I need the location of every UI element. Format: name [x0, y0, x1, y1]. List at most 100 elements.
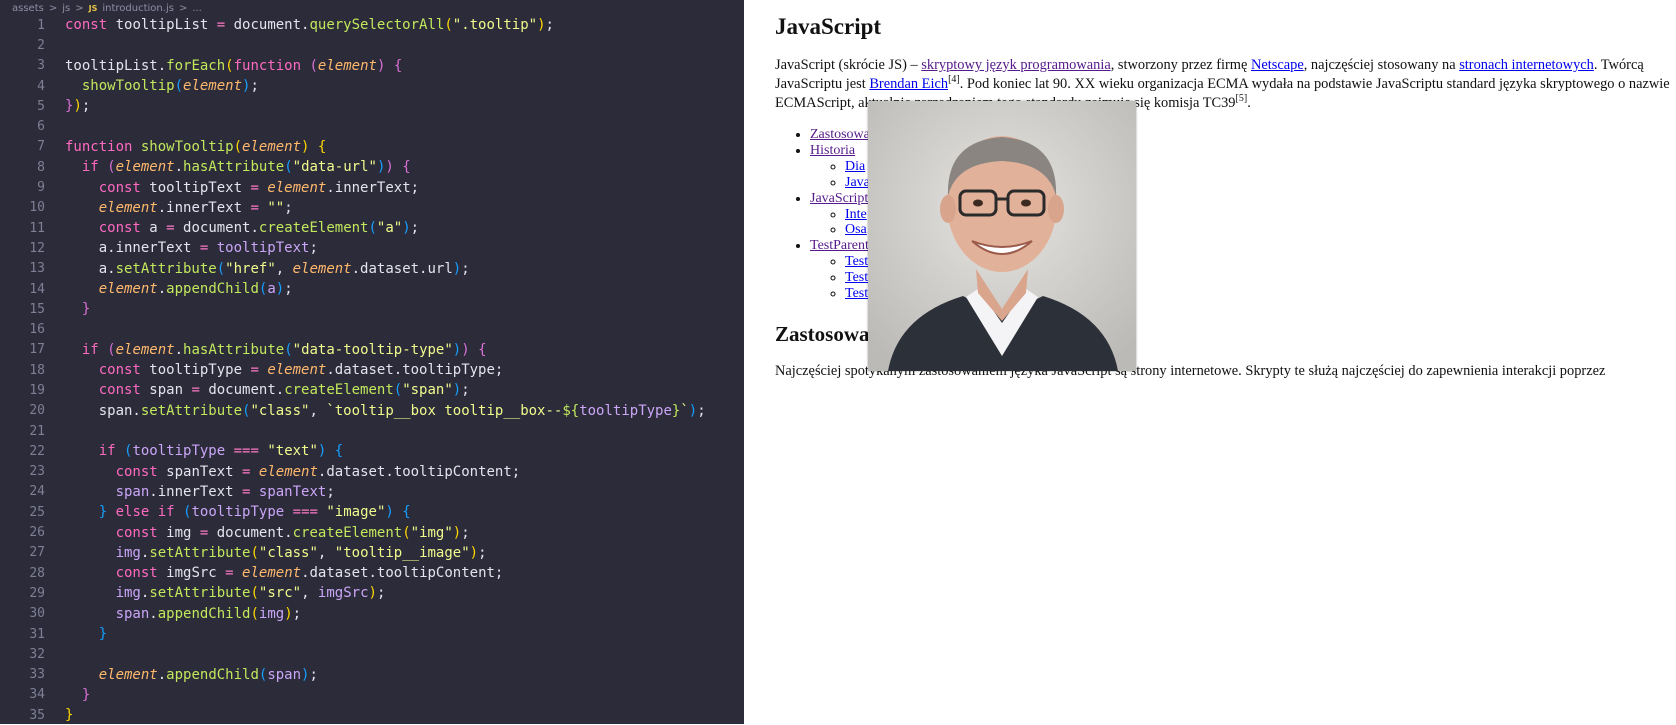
- toc-link-zastosowania[interactable]: Zastosowa: [810, 127, 870, 142]
- code-editor[interactable]: assets > js > JS introduction.js > ... 1…: [0, 0, 744, 724]
- code-line[interactable]: 4 showTooltip(element);: [0, 76, 744, 96]
- code-line[interactable]: 35}: [0, 705, 744, 725]
- toc-link-sub[interactable]: Test: [845, 270, 868, 285]
- code-line[interactable]: 27 img.setAttribute("class", "tooltip__i…: [0, 543, 744, 563]
- code-line[interactable]: 3 tooltipList.forEach(function (element) …: [0, 56, 744, 76]
- toc-link-sub[interactable]: Test: [845, 286, 868, 301]
- code-line[interactable]: 6: [0, 116, 744, 136]
- breadcrumb-symbol[interactable]: ...: [192, 3, 202, 14]
- code-line[interactable]: 34 }: [0, 685, 744, 705]
- code-token: tooltipType: [140, 362, 251, 379]
- breadcrumb-folder-js[interactable]: js: [62, 3, 70, 14]
- code-line[interactable]: 21: [0, 421, 744, 441]
- code-line[interactable]: 30 span.appendChild(img);: [0, 604, 744, 624]
- code-text[interactable]: }: [45, 626, 107, 642]
- code-line[interactable]: 2: [0, 35, 744, 55]
- toc-link-testparent[interactable]: TestParent: [810, 238, 869, 253]
- code-line[interactable]: 20 span.setAttribute("class", `tooltip__…: [0, 401, 744, 421]
- toc-link-sub[interactable]: Dia: [845, 159, 865, 174]
- code-text[interactable]: element.appendChild(a);: [45, 281, 293, 297]
- code-line[interactable]: 5});: [0, 96, 744, 116]
- code-text[interactable]: } else if (tooltipType === "image") {: [45, 504, 411, 520]
- code-line[interactable]: 33 element.appendChild(span);: [0, 665, 744, 685]
- code-line[interactable]: 17 if (element.hasAttribute("data-toolti…: [0, 340, 744, 360]
- code-text[interactable]: }: [45, 301, 90, 317]
- code-line[interactable]: 23 const spanText = element.dataset.tool…: [0, 462, 744, 482]
- link-scripting-language[interactable]: skryptowy język programowania: [921, 57, 1110, 73]
- code-text[interactable]: const tooltipType = element.dataset.tool…: [45, 362, 504, 379]
- code-text[interactable]: const imgSrc = element.dataset.tooltipCo…: [45, 565, 504, 581]
- code-text[interactable]: const tooltipList = document.querySelect…: [45, 17, 554, 33]
- code-area[interactable]: 1 const tooltipList = document.querySelec…: [0, 15, 744, 725]
- code-text[interactable]: const img = document.createElement("img"…: [45, 525, 470, 541]
- code-text[interactable]: if (element.hasAttribute("data-url")) {: [45, 159, 411, 175]
- toc-item: Historia Dia Java: [810, 143, 870, 191]
- code-text[interactable]: if (element.hasAttribute("data-tooltip-t…: [45, 342, 487, 358]
- code-line[interactable]: 24 span.innerText = spanText;: [0, 482, 744, 502]
- line-number: 11: [29, 220, 45, 236]
- code-token: createElement: [258, 220, 369, 237]
- code-text[interactable]: const spanText = element.dataset.tooltip…: [45, 463, 521, 480]
- code-text[interactable]: const a = document.createElement("a");: [45, 220, 419, 236]
- code-text[interactable]: span.innerText = spanText;: [45, 484, 335, 500]
- code-line[interactable]: 25 } else if (tooltipType === "image") {: [0, 502, 744, 522]
- code-text[interactable]: element.innerText = "";: [45, 200, 293, 216]
- code-text[interactable]: if (tooltipType === "text") {: [45, 443, 344, 459]
- code-line[interactable]: 26 const img = document.createElement("i…: [0, 522, 744, 542]
- code-line[interactable]: 22 if (tooltipType === "text") {: [0, 441, 744, 461]
- toc-link-historia[interactable]: Historia: [810, 143, 855, 158]
- code-line[interactable]: 32: [0, 644, 744, 664]
- code-line[interactable]: 29 img.setAttribute("src", imgSrc);: [0, 583, 744, 603]
- code-text[interactable]: img.setAttribute("src", imgSrc);: [45, 585, 386, 601]
- toc-link-sub[interactable]: Java: [845, 175, 870, 190]
- code-text[interactable]: span.setAttribute("class", `tooltip__box…: [45, 403, 706, 419]
- code-line[interactable]: 14 element.appendChild(a);: [0, 279, 744, 299]
- code-line[interactable]: 9 const tooltipText = element.innerText;: [0, 177, 744, 197]
- code-line[interactable]: 18 const tooltipType = element.dataset.t…: [0, 360, 744, 380]
- code-text[interactable]: element.appendChild(span);: [45, 667, 318, 683]
- section-heading: Zastosowa: [775, 322, 870, 346]
- code-token: ,: [309, 402, 327, 419]
- link-netscape[interactable]: Netscape: [1251, 57, 1304, 73]
- breadcrumb-file[interactable]: introduction.js: [102, 3, 174, 14]
- code-line[interactable]: 16: [0, 319, 744, 339]
- link-brendan-eich[interactable]: Brendan Eich: [869, 76, 948, 92]
- code-text[interactable]: a.innerText = tooltipText;: [45, 240, 318, 256]
- toc-link-sub[interactable]: Inte: [845, 207, 867, 222]
- code-text[interactable]: const span = document.createElement("spa…: [45, 382, 470, 398]
- code-line[interactable]: 15 }: [0, 299, 744, 319]
- code-line[interactable]: 7 function showTooltip(element) {: [0, 137, 744, 157]
- code-token: =: [166, 220, 175, 237]
- code-line[interactable]: 10 element.innerText = "";: [0, 198, 744, 218]
- code-line[interactable]: 13 a.setAttribute("href", element.datase…: [0, 259, 744, 279]
- code-text[interactable]: showTooltip(element);: [45, 78, 259, 94]
- code-text[interactable]: img.setAttribute("class", "tooltip__imag…: [45, 545, 487, 561]
- code-text[interactable]: });: [45, 98, 90, 114]
- link-web-pages[interactable]: stronach internetowych: [1459, 57, 1594, 73]
- footnote-ref-5[interactable]: [5]: [1236, 93, 1248, 104]
- breadcrumb-folder-assets[interactable]: assets: [12, 3, 44, 14]
- code-text[interactable]: span.appendChild(img);: [45, 606, 301, 622]
- code-line[interactable]: 1 const tooltipList = document.querySelec…: [0, 15, 744, 35]
- code-text[interactable]: }: [45, 687, 90, 703]
- intro-text: JavaScript (skrócie JS) –: [775, 57, 922, 73]
- code-text[interactable]: a.setAttribute("href", element.dataset.u…: [45, 261, 470, 277]
- code-text[interactable]: }: [45, 707, 73, 723]
- toc-link-sub[interactable]: Test: [845, 254, 868, 269]
- code-token: spanText: [157, 463, 243, 480]
- code-line[interactable]: 31 }: [0, 624, 744, 644]
- code-line[interactable]: 28 const imgSrc = element.dataset.toolti…: [0, 563, 744, 583]
- line-number: 25: [29, 504, 45, 520]
- code-text[interactable]: tooltipList.forEach(function (element) {: [45, 58, 402, 74]
- code-line[interactable]: 8 if (element.hasAttribute("data-url")) …: [0, 157, 744, 177]
- toc-link-javascript[interactable]: JavaScript: [810, 191, 868, 206]
- footnote-ref-4[interactable]: [4]: [948, 74, 960, 85]
- code-line[interactable]: 11 const a = document.createElement("a")…: [0, 218, 744, 238]
- code-token: `tooltip__box tooltip__box--: [326, 402, 563, 419]
- code-line[interactable]: 19 const span = document.createElement("…: [0, 380, 744, 400]
- code-line[interactable]: 12 a.innerText = tooltipText;: [0, 238, 744, 258]
- code-text[interactable]: function showTooltip(element) {: [45, 139, 326, 155]
- toc-link-sub[interactable]: Osa: [845, 222, 867, 237]
- code-text[interactable]: const tooltipText = element.innerText;: [45, 180, 419, 196]
